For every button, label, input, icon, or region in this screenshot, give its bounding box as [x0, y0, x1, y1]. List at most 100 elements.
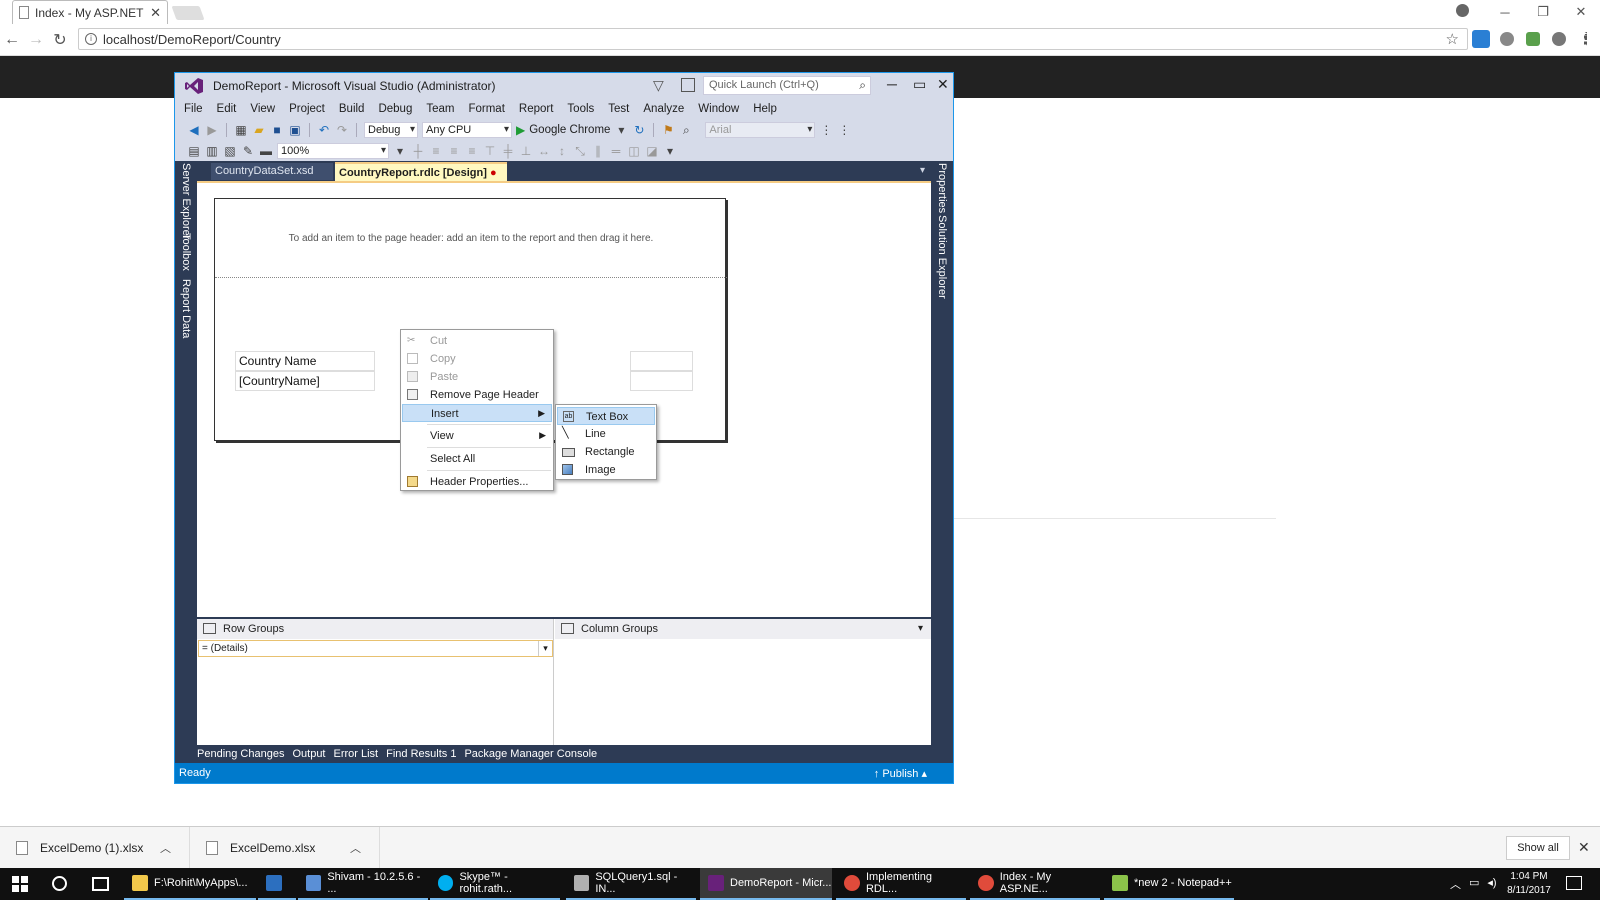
task-view-icon[interactable]: [92, 877, 109, 891]
start-debugging-icon[interactable]: ▶: [516, 123, 525, 137]
menu-team[interactable]: Team: [426, 103, 454, 115]
restore-button[interactable]: ❐: [1524, 4, 1562, 20]
same-height-icon[interactable]: ↕: [555, 144, 569, 158]
menu-item-view[interactable]: View ▶: [402, 427, 552, 445]
chevron-up-icon[interactable]: ︿: [160, 840, 171, 856]
details-group-row[interactable]: = (Details) ▾: [198, 640, 553, 657]
action-center-icon[interactable]: [1566, 876, 1582, 890]
save-icon[interactable]: ■: [270, 123, 284, 137]
extension-icon[interactable]: [1472, 30, 1490, 48]
close-tab-icon[interactable]: ✕: [150, 5, 161, 21]
bring-front-icon[interactable]: ◫: [627, 144, 641, 158]
vs-maximize-button[interactable]: ▭: [913, 76, 926, 93]
same-width-icon[interactable]: ↔: [537, 144, 551, 158]
download-item[interactable]: ExcelDemo.xlsx ︿: [190, 827, 380, 869]
table-data-cell[interactable]: [630, 371, 693, 391]
align-left-icon[interactable]: ≡: [429, 144, 443, 158]
tab-error-list[interactable]: Error List: [334, 748, 379, 763]
download-item[interactable]: ExcelDemo (1).xlsx ︿: [0, 827, 190, 869]
properties-tab[interactable]: Properties: [936, 163, 948, 213]
taskbar-app-chrome-1[interactable]: Implementing RDL...: [836, 868, 966, 900]
save-all-icon[interactable]: ▣: [288, 123, 302, 137]
notifications-filter-icon[interactable]: ▽: [653, 77, 664, 94]
open-file-icon[interactable]: ▰: [252, 123, 266, 137]
menu-analyze[interactable]: Analyze: [643, 103, 684, 115]
browser-link-icon[interactable]: ⚑: [661, 123, 675, 137]
properties-wrench-icon[interactable]: ✎: [241, 144, 255, 158]
line-style-icon[interactable]: ▬: [259, 144, 273, 158]
volume-icon[interactable]: ◂): [1487, 876, 1496, 892]
menu-edit[interactable]: Edit: [217, 103, 237, 115]
align-bottom-icon[interactable]: ⊥: [519, 144, 533, 158]
windows-start-icon[interactable]: [12, 876, 28, 892]
toolbar-overflow-icon[interactable]: ▾: [663, 144, 677, 158]
same-size-icon[interactable]: ⤡: [573, 144, 587, 158]
menu-item-text-box[interactable]: ab Text Box: [557, 407, 655, 425]
menu-item-remove-page-header[interactable]: Remove Page Header: [402, 386, 552, 404]
menu-help[interactable]: Help: [753, 103, 777, 115]
tray-expand-icon[interactable]: ︿: [1450, 876, 1461, 892]
page-header-icon[interactable]: ▥: [205, 144, 219, 158]
extension-icon[interactable]: [1500, 32, 1514, 46]
menu-tools[interactable]: Tools: [567, 103, 594, 115]
font-select[interactable]: Arial: [705, 121, 816, 138]
quick-launch-input[interactable]: Quick Launch (Ctrl+Q) ⌕: [703, 76, 871, 95]
feedback-icon[interactable]: [681, 78, 695, 92]
reload-icon[interactable]: ↻: [48, 30, 72, 50]
menu-project[interactable]: Project: [289, 103, 325, 115]
profile-icon[interactable]: [1456, 4, 1469, 17]
align-grid-icon[interactable]: ┼: [411, 144, 425, 158]
taskbar-app-vs-code[interactable]: [258, 868, 296, 900]
taskbar-app-explorer[interactable]: F:\Rohit\MyApps\...: [124, 868, 256, 900]
tab-country-report-design[interactable]: CountryReport.rdlc [Design] ● ⊕ ✕: [335, 162, 507, 192]
taskbar-app-visual-studio[interactable]: DemoReport - Micr...: [700, 868, 832, 900]
menu-file[interactable]: File: [184, 103, 203, 115]
font-size-icon[interactable]: ⋮: [819, 123, 833, 137]
align-middle-icon[interactable]: ╪: [501, 144, 515, 158]
redo-icon[interactable]: ↷: [335, 123, 349, 137]
forward-icon[interactable]: →: [24, 31, 48, 49]
tab-find-results[interactable]: Find Results 1: [386, 748, 456, 763]
tab-country-dataset[interactable]: CountryDataSet.xsd: [211, 163, 333, 180]
menu-item-header-properties[interactable]: Header Properties...: [402, 473, 552, 491]
new-project-icon[interactable]: ▦: [234, 123, 248, 137]
vs-minimize-button[interactable]: ─: [887, 76, 897, 92]
minimize-button[interactable]: ─: [1486, 5, 1524, 20]
publish-button[interactable]: ↑ Publish ▴: [874, 767, 927, 780]
menu-format[interactable]: Format: [468, 103, 504, 115]
tab-list-dropdown-icon[interactable]: ▾: [920, 165, 925, 176]
menu-view[interactable]: View: [250, 103, 275, 115]
menu-item-paste[interactable]: Paste: [402, 368, 552, 386]
tab-output[interactable]: Output: [292, 748, 325, 763]
cortana-search-icon[interactable]: [52, 876, 67, 891]
menu-debug[interactable]: Debug: [378, 103, 412, 115]
close-window-button[interactable]: ✕: [1562, 4, 1600, 20]
report-data-tab[interactable]: Report Data: [180, 279, 192, 338]
menu-build[interactable]: Build: [339, 103, 365, 115]
tab-pending-changes[interactable]: Pending Changes: [197, 748, 284, 763]
extension-icon[interactable]: [1552, 32, 1566, 46]
table-header-cell[interactable]: Country Name: [235, 351, 375, 371]
align-center-icon[interactable]: ≡: [447, 144, 461, 158]
menu-report[interactable]: Report: [519, 103, 554, 115]
undo-icon[interactable]: ↶: [317, 123, 331, 137]
run-target-button[interactable]: Google Chrome: [529, 124, 610, 136]
solution-explorer-tab[interactable]: Solution Explorer: [936, 215, 948, 299]
server-explorer-tab[interactable]: Server Explorer: [180, 163, 192, 239]
menu-item-line[interactable]: ╲ Line: [557, 425, 655, 443]
menu-item-select-all[interactable]: Select All: [402, 450, 552, 468]
menu-item-cut[interactable]: ✂ Cut: [402, 332, 552, 350]
toolbar-overflow-icon[interactable]: ⋮: [837, 123, 851, 137]
menu-item-insert[interactable]: Insert ▶: [402, 404, 552, 422]
taskbar-app-remote-desktop[interactable]: Shivam - 10.2.5.6 - ...: [298, 868, 428, 900]
taskbar-app-chrome-2[interactable]: Index - My ASP.NE...: [970, 868, 1100, 900]
taskbar-app-notepad[interactable]: *new 2 - Notepad++: [1104, 868, 1234, 900]
report-body-icon[interactable]: ▤: [187, 144, 201, 158]
toolbox-tab[interactable]: Toolbox: [180, 233, 192, 271]
menu-item-copy[interactable]: Copy: [402, 350, 552, 368]
align-right-icon[interactable]: ≡: [465, 144, 479, 158]
spacing-icon[interactable]: ∥: [591, 144, 605, 158]
send-back-icon[interactable]: ◪: [645, 144, 659, 158]
network-icon[interactable]: ▭: [1469, 876, 1479, 892]
vertical-spacing-icon[interactable]: ═: [609, 144, 623, 158]
